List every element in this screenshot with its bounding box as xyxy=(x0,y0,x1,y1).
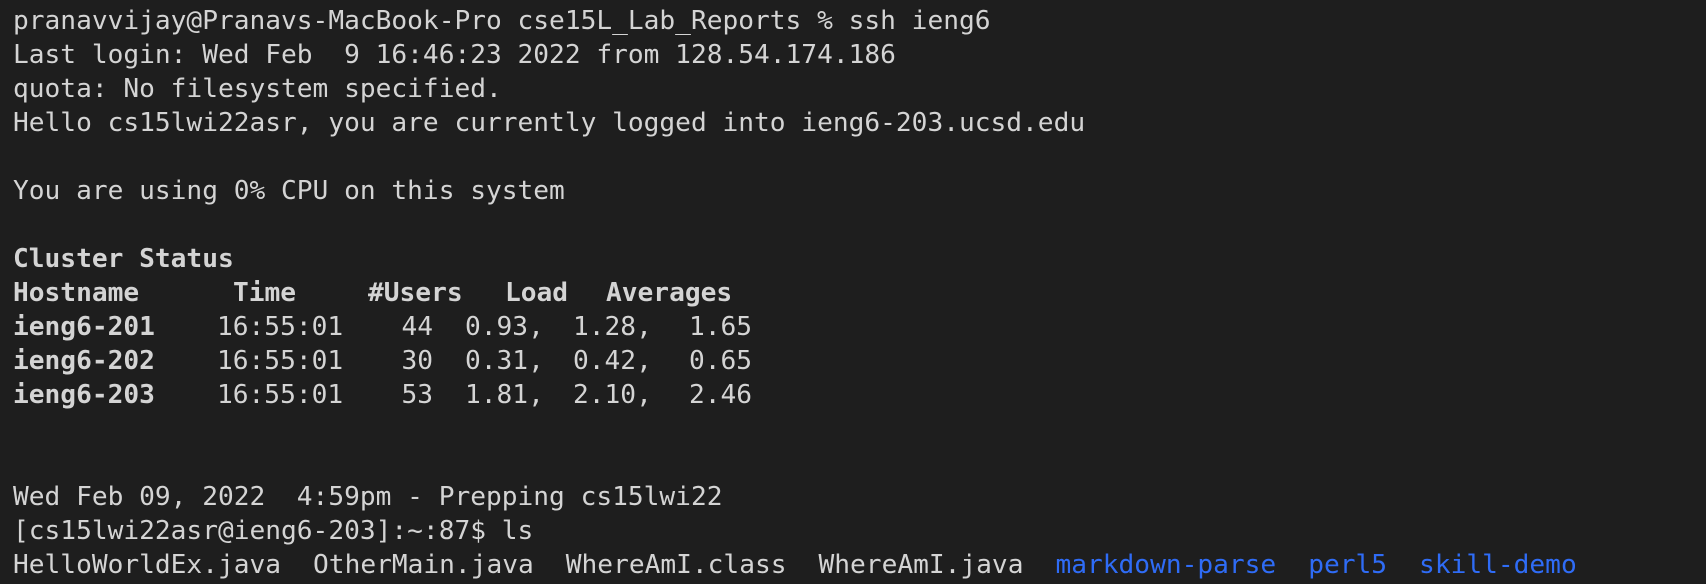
row-hostname: ieng6-203 xyxy=(13,380,155,410)
ls-directory: perl5 xyxy=(1308,550,1388,580)
quota-line: quota: No filesystem specified. xyxy=(13,74,502,104)
last-login-line: Last login: Wed Feb 9 16:46:23 2022 from… xyxy=(13,40,896,70)
row-load-15: 0.65 xyxy=(689,346,753,376)
row-load-15: 1.65 xyxy=(689,312,753,342)
cluster-table-row: ieng6-203 16:55:01 53 1.81, 2.10, 2.46 xyxy=(13,378,1706,412)
ls-output: HelloWorldEx.java OtherMain.java WhereAm… xyxy=(13,548,1706,582)
row-load-1: 1.81, xyxy=(465,380,544,410)
row-load-1: 0.31, xyxy=(465,346,544,376)
ls-file: OtherMain.java xyxy=(313,550,534,580)
ls-file: HelloWorldEx.java xyxy=(13,550,282,580)
row-load-5: 0.42, xyxy=(573,346,652,376)
row-time: 16:55:01 xyxy=(217,380,344,410)
row-load-5: 2.10, xyxy=(573,380,652,410)
row-users: 53 xyxy=(401,380,433,410)
header-time: Time xyxy=(233,278,297,308)
header-users: #Users xyxy=(368,278,463,308)
ls-directory: markdown-parse xyxy=(1055,550,1277,580)
ls-file: WhereAmI.class xyxy=(565,550,787,580)
cluster-status-title: Cluster Status xyxy=(13,244,234,274)
ls-directory: skill-demo xyxy=(1419,550,1577,580)
row-hostname: ieng6-201 xyxy=(13,312,155,342)
row-load-5: 1.28, xyxy=(573,312,652,342)
header-averages: Averages xyxy=(606,278,733,308)
terminal-window[interactable]: pranavvijay@Pranavs-MacBook-Pro cse15L_L… xyxy=(0,0,1706,584)
hello-line: Hello cs15lwi22asr, you are currently lo… xyxy=(13,108,1086,138)
row-users: 44 xyxy=(401,312,433,342)
local-prompt-line: pranavvijay@Pranavs-MacBook-Pro cse15L_L… xyxy=(13,6,991,36)
ls-file: WhereAmI.java xyxy=(818,550,1024,580)
remote-shell-prompt[interactable]: [cs15lwi22asr@ieng6-203]:~:87$ ls xyxy=(13,514,1706,548)
header-hostname: Hostname xyxy=(13,278,140,308)
cpu-usage-line: You are using 0% CPU on this system xyxy=(13,176,565,206)
cluster-table-header: Hostname Time #Users Load Averages xyxy=(13,276,1706,310)
row-load-1: 0.93, xyxy=(465,312,544,342)
row-time: 16:55:01 xyxy=(217,346,344,376)
header-load: Load xyxy=(505,278,569,308)
row-time: 16:55:01 xyxy=(217,312,344,342)
prepping-line: Wed Feb 09, 2022 4:59pm - Prepping cs15l… xyxy=(13,482,723,512)
row-users: 30 xyxy=(401,346,433,376)
row-load-15: 2.46 xyxy=(689,380,753,410)
cluster-table-row: ieng6-201 16:55:01 44 0.93, 1.28, 1.65 xyxy=(13,310,1706,344)
row-hostname: ieng6-202 xyxy=(13,346,155,376)
cluster-table-row: ieng6-202 16:55:01 30 0.31, 0.42, 0.65 xyxy=(13,344,1706,378)
